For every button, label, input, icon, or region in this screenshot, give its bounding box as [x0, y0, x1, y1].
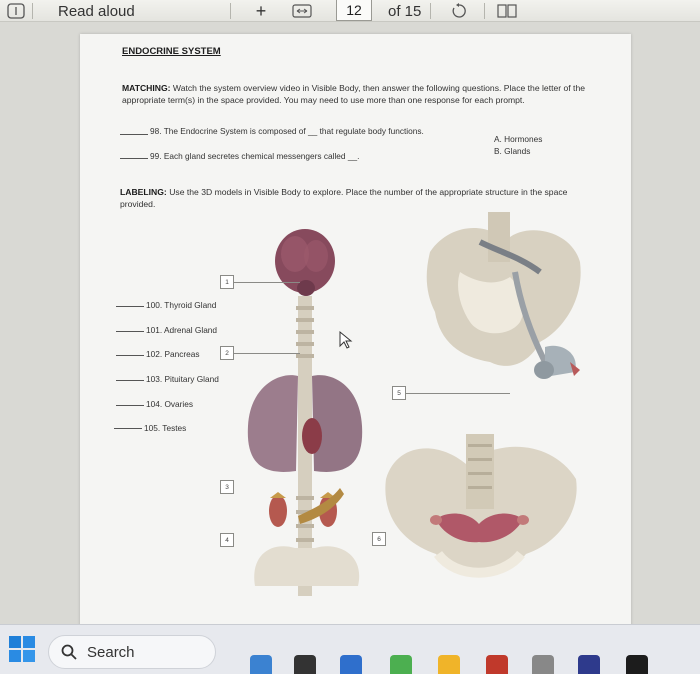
label-item-thyroid: 100. Thyroid Gland — [146, 300, 217, 310]
figure-label-1: 1 — [220, 275, 234, 289]
document-title: ENDOCRINE SYSTEM — [122, 46, 221, 57]
app-icon-teams[interactable] — [578, 655, 600, 674]
add-text-icon[interactable]: + — [252, 0, 270, 22]
read-aloud-button[interactable]: Read aloud — [58, 0, 135, 22]
answer-blank-99[interactable] — [120, 158, 148, 159]
label-item-ovaries: 104. Ovaries — [146, 399, 194, 409]
windows-taskbar: Search — [0, 624, 700, 674]
toolbar-divider — [484, 3, 485, 19]
app-icon-widgets[interactable] — [250, 655, 272, 674]
figure-label-2: 2 — [220, 346, 234, 360]
cursor-arrow-icon — [339, 330, 353, 349]
document-page: ENDOCRINE SYSTEM MATCHING: Watch the sys… — [80, 34, 631, 654]
answer-blank-101[interactable] — [116, 331, 144, 332]
leader-line-5 — [406, 393, 510, 394]
female-pelvis-figure — [385, 434, 577, 578]
leader-line-1 — [234, 282, 300, 283]
app-icon-file-explorer[interactable] — [438, 655, 460, 674]
answer-blank-105[interactable] — [114, 428, 142, 429]
rotate-icon[interactable] — [448, 0, 470, 22]
toolbar-divider — [230, 3, 231, 19]
fit-width-icon[interactable] — [290, 0, 314, 22]
labeling-instructions: LABELING: Use the 3D models in Visible B… — [120, 186, 590, 210]
taskbar-search-box[interactable]: Search — [48, 635, 216, 669]
pdf-toolbar: Read aloud + 12 of 15 — [0, 0, 700, 22]
figure-label-3: 3 — [220, 480, 234, 494]
answer-blank-104[interactable] — [116, 405, 144, 406]
app-icon-edge[interactable] — [340, 655, 362, 674]
toolbar-divider — [430, 3, 431, 19]
windows-start-icon[interactable] — [8, 635, 36, 663]
answer-blank-98[interactable] — [120, 134, 148, 135]
answer-blank-102[interactable] — [116, 355, 144, 356]
label-item-pancreas: 102. Pancreas — [146, 349, 200, 359]
page-total: of 15 — [388, 2, 422, 20]
torso-anatomy-figure — [247, 229, 363, 596]
two-page-view-icon[interactable] — [494, 0, 520, 22]
search-icon — [61, 644, 77, 660]
app-icon-terminal[interactable] — [626, 655, 648, 674]
option-b: B. Glands — [494, 146, 531, 156]
label-item-testes: 105. Testes — [144, 423, 187, 433]
label-item-pituitary: 103. Pituitary Gland — [146, 374, 219, 384]
matching-instructions-text: Watch the system overview video in Visib… — [122, 83, 586, 105]
app-icon-task-view[interactable] — [294, 655, 316, 674]
matching-instructions: MATCHING: Watch the system overview vide… — [122, 82, 597, 106]
option-a: A. Hormones — [494, 134, 543, 144]
leader-line-2 — [234, 353, 300, 354]
labeling-instructions-text: Use the 3D models in Visible Body to exp… — [120, 187, 568, 209]
label-item-adrenal: 101. Adrenal Gland — [146, 325, 218, 335]
app-icon-office[interactable] — [486, 655, 508, 674]
figure-label-5: 5 — [392, 386, 406, 400]
figure-label-4: 4 — [220, 533, 234, 547]
answer-blank-103[interactable] — [116, 380, 144, 381]
toolbar-divider — [32, 3, 33, 19]
page-number-input[interactable]: 12 — [336, 0, 372, 21]
answer-blank-100[interactable] — [116, 306, 144, 307]
search-label: Search — [87, 643, 135, 661]
app-icon-store[interactable] — [390, 655, 412, 674]
labeling-heading: LABELING: — [120, 187, 167, 197]
app-icon-chrome[interactable] — [532, 655, 554, 674]
question-99: 99. Each gland secretes chemical messeng… — [150, 151, 360, 161]
question-98: 98. The Endocrine System is composed of … — [150, 126, 424, 136]
figure-label-6: 6 — [372, 532, 386, 546]
read-aloud-icon[interactable] — [4, 0, 28, 22]
male-pelvis-figure — [426, 212, 581, 379]
matching-heading: MATCHING: — [122, 83, 171, 93]
